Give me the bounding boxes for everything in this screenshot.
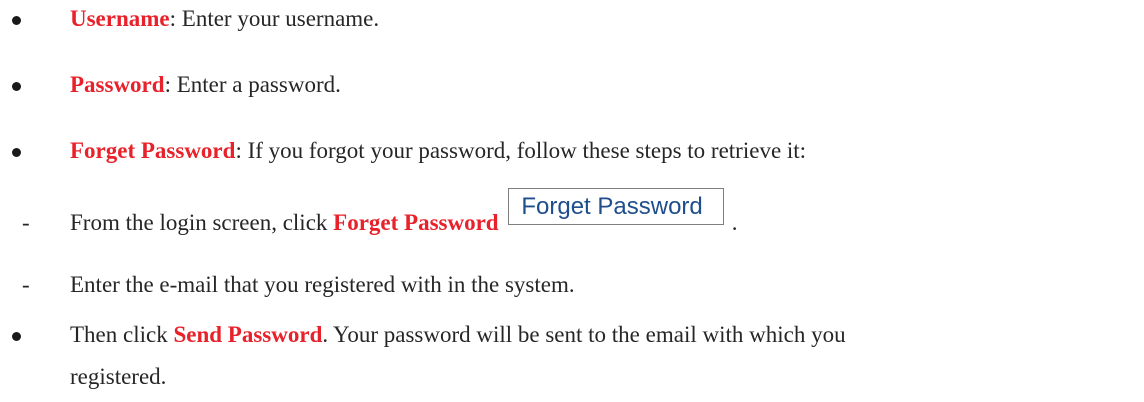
step-text: Enter the e-mail that you registered wit… [70, 272, 575, 297]
forget-password-button[interactable]: Forget Password [508, 188, 724, 225]
item-description: : Enter your username. [169, 6, 380, 31]
bullet-icon [12, 82, 21, 91]
item-description: : Enter a password. [164, 72, 341, 97]
dash-marker: - [22, 210, 30, 235]
item-prefix: Then click [70, 322, 174, 347]
item-description: . Your password will be sent to the emai… [322, 322, 846, 347]
term-forget-password: Forget Password [70, 138, 236, 163]
step-text: From the login screen, click [70, 210, 334, 235]
bullet-icon [12, 148, 21, 157]
term-password: Password [70, 72, 165, 97]
step-period: . [731, 210, 738, 235]
continuation-text: registered. [70, 364, 167, 389]
dash-marker: - [22, 272, 30, 297]
item-description: : If you forgot your password, follow th… [235, 138, 807, 163]
bullet-icon [12, 332, 21, 341]
term-username: Username [70, 6, 170, 31]
term-send-password: Send Password [173, 322, 323, 347]
term-forget-password: Forget Password [333, 210, 499, 235]
bullet-icon [12, 16, 21, 25]
